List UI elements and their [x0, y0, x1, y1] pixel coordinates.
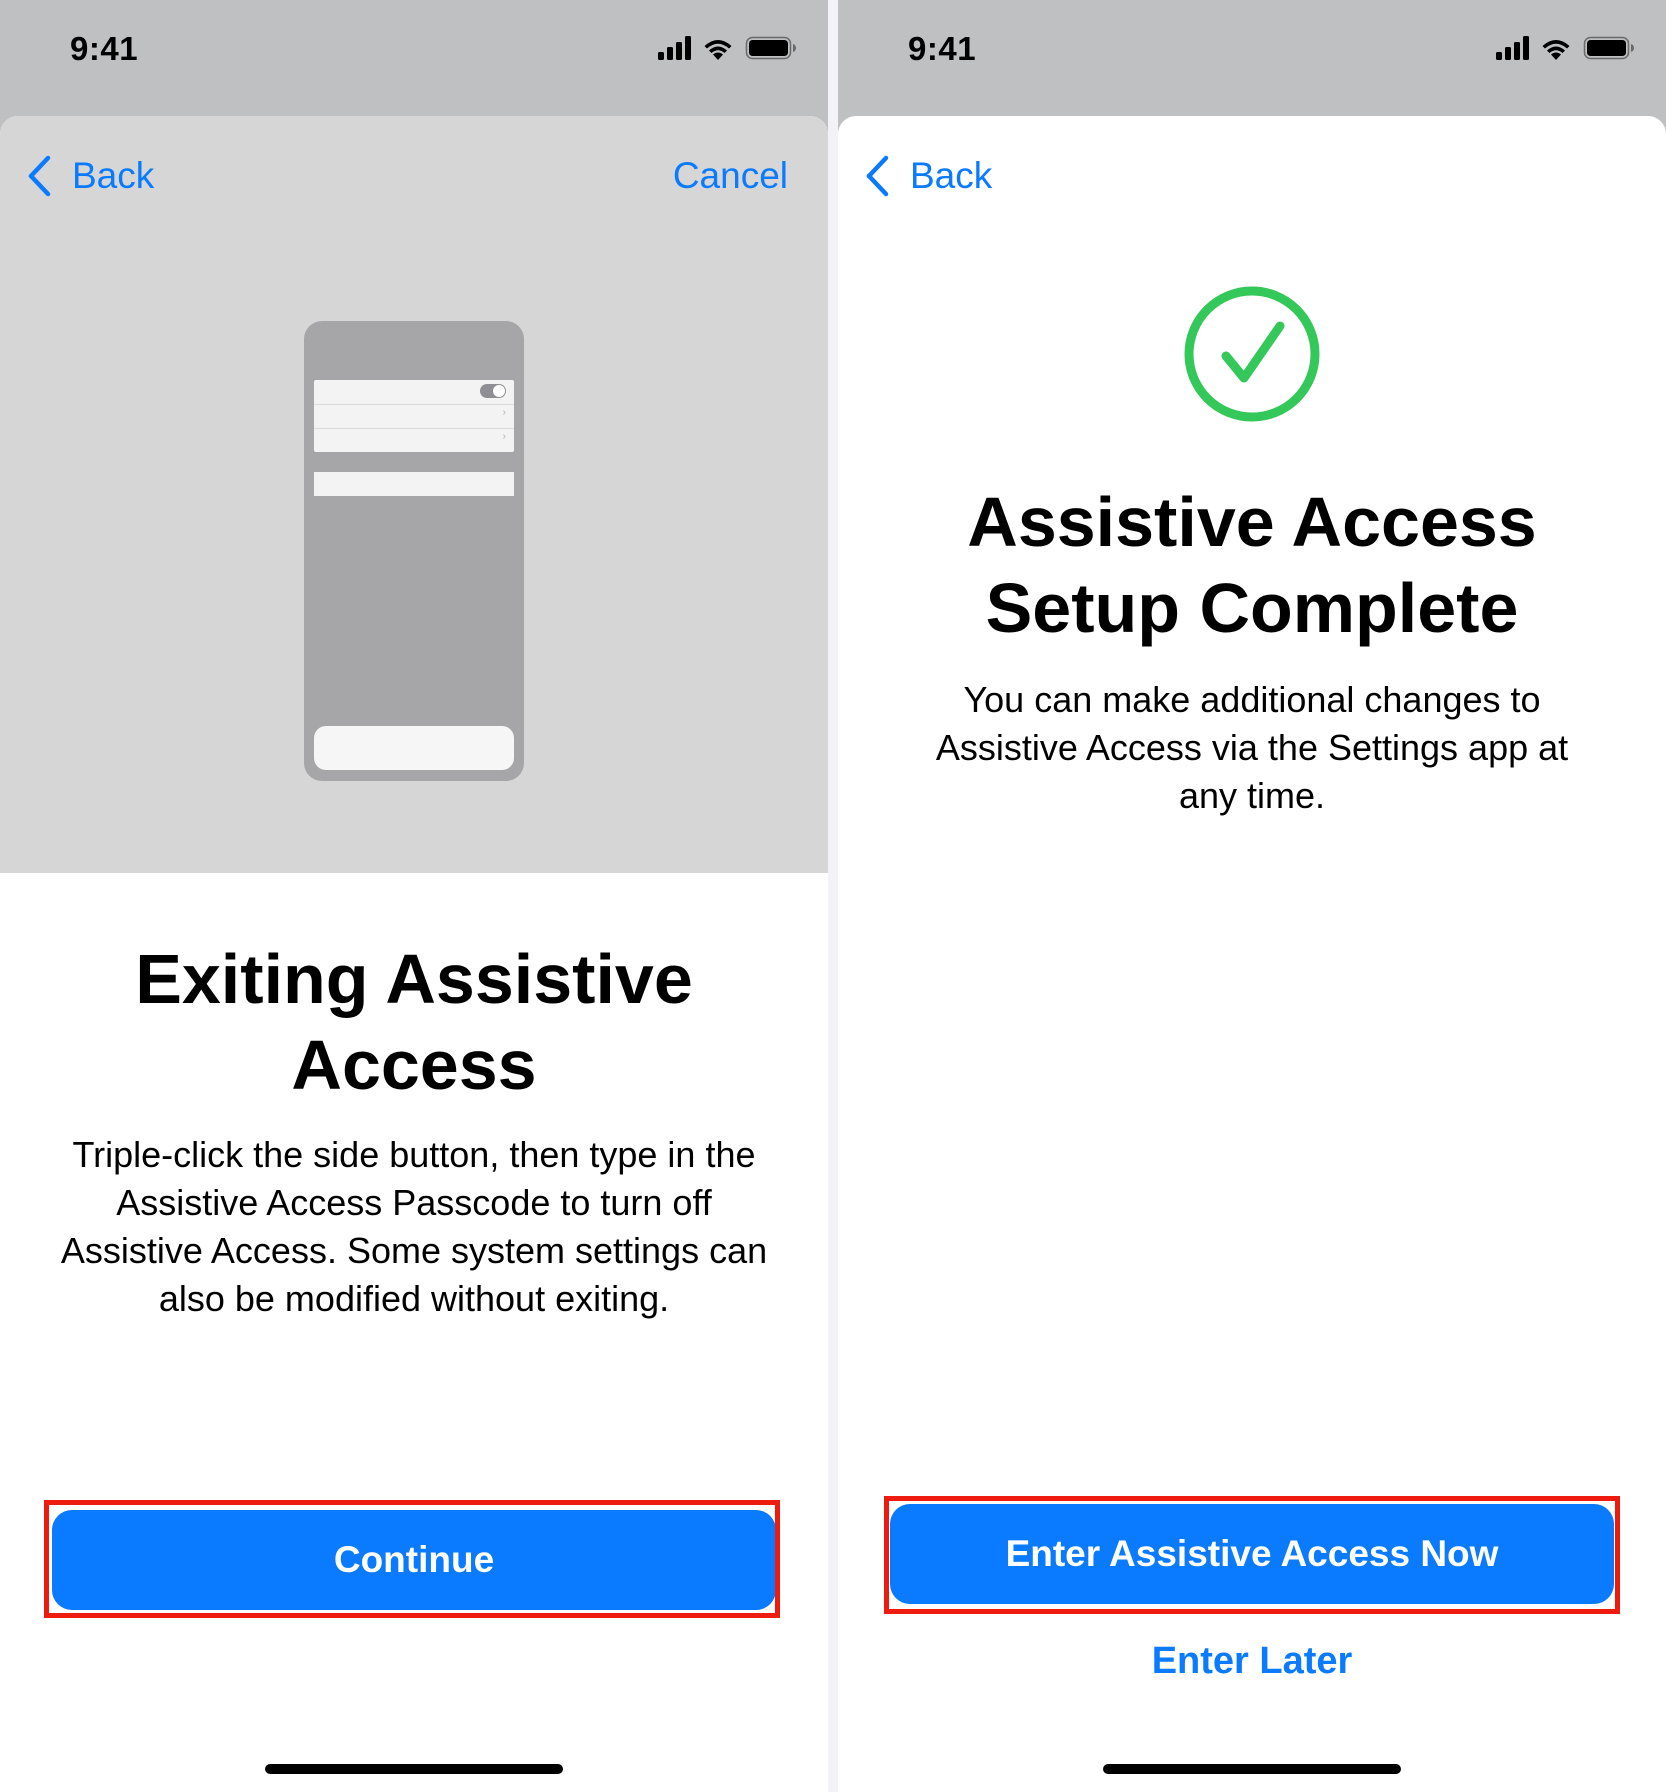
phone-illustration: › › [304, 321, 524, 781]
chevron-left-icon [28, 155, 51, 197]
page-title: Assistive Access Setup Complete [967, 483, 1537, 647]
status-time: 9:41 [908, 30, 977, 67]
checkmark-circle-icon [1184, 286, 1320, 422]
status-bar: 9:41 [0, 0, 828, 110]
wifi-icon [704, 40, 732, 60]
toggle-illustration [480, 384, 506, 398]
enter-later-button[interactable]: Enter Later [838, 1640, 1666, 1683]
description-text: You can make additional changes to Assis… [935, 679, 1569, 816]
battery-icon [1583, 36, 1634, 60]
setup-sheet: Back Assistive Access Setup Complete You… [838, 116, 1666, 1792]
screen-exiting-assistive-access: 9:41 Back Cancel › › Exiting Assistive A… [0, 0, 828, 1792]
chevron-right-icon: › [502, 431, 506, 442]
cellular-signal-icon [658, 36, 691, 60]
battery-icon [745, 36, 796, 60]
description-text: Triple-click the side button, then type … [60, 1134, 768, 1319]
illustration-row [314, 472, 514, 496]
divider [314, 404, 514, 405]
enter-assistive-access-now-button[interactable]: Enter Assistive Access Now [890, 1504, 1614, 1604]
status-bar: 9:41 [838, 0, 1666, 110]
back-label: Back [910, 155, 993, 196]
setup-sheet: Back Cancel › › Exiting Assistive Access… [0, 116, 828, 1792]
page-title: Exiting Assistive Access [135, 940, 693, 1104]
back-label: Back [72, 155, 155, 196]
chevron-left-icon [866, 155, 889, 197]
home-indicator [1103, 1764, 1401, 1774]
cancel-button[interactable]: Cancel [673, 146, 788, 206]
illustration-settings-card: › › [314, 380, 514, 452]
back-button[interactable]: Back [864, 146, 992, 206]
status-time: 9:41 [70, 30, 139, 67]
status-icons [658, 34, 798, 64]
divider [314, 428, 514, 429]
home-indicator [265, 1764, 563, 1774]
back-button[interactable]: Back [26, 146, 154, 206]
hero-illustration: Back Cancel › › [0, 116, 828, 873]
wifi-icon [1542, 40, 1570, 60]
illustration-button [314, 726, 514, 770]
continue-button[interactable]: Continue [52, 1510, 776, 1610]
chevron-right-icon: › [502, 407, 506, 418]
status-icons [1496, 34, 1636, 64]
screen-setup-complete: 9:41 Back Assistive Access Setup Complet… [838, 0, 1666, 1792]
cellular-signal-icon [1496, 36, 1529, 60]
